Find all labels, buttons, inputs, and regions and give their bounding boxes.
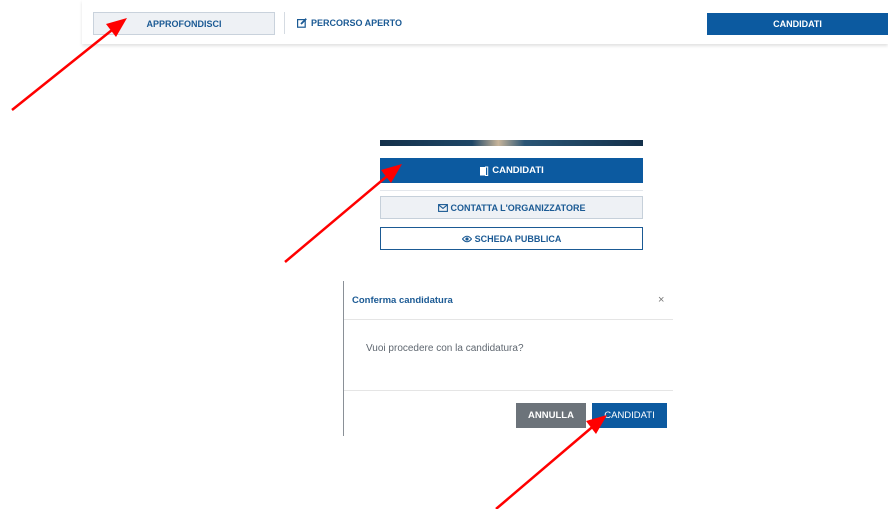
eye-icon (461, 235, 472, 243)
scheda-pubblica-button[interactable]: SCHEDA PUBBLICA (380, 227, 643, 250)
topbar-divider (284, 12, 285, 34)
modal-header-divider (344, 319, 673, 320)
contatta-organizzatore-label: CONTATTA L'ORGANIZZATORE (450, 202, 586, 213)
candidati-confirm-label: CANDIDATI (604, 410, 655, 421)
scheda-pubblica-label: SCHEDA PUBBLICA (474, 233, 562, 244)
percorso-aperto-link[interactable]: PERCORSO APERTO (297, 15, 402, 31)
candidati-top-button[interactable]: CANDIDATI (707, 13, 888, 35)
approfondisci-label: APPROFONDISCI (146, 18, 222, 29)
annulla-button[interactable]: ANNULLA (516, 403, 586, 428)
approfondisci-button[interactable]: APPROFONDISCI (93, 12, 275, 35)
contatta-organizzatore-button[interactable]: CONTATTA L'ORGANIZZATORE (380, 196, 643, 219)
modal-message: Vuoi procedere con la candidatura? (366, 343, 524, 354)
card-separator (380, 190, 643, 191)
modal-title: Conferma candidatura (352, 295, 453, 306)
candidati-top-label: CANDIDATI (773, 19, 822, 29)
candidati-card-label: CANDIDATI (492, 165, 544, 176)
percorso-aperto-label: PERCORSO APERTO (311, 18, 403, 28)
door-icon (479, 166, 489, 176)
candidati-card-button[interactable]: CANDIDATI (380, 158, 643, 183)
annulla-label: ANNULLA (528, 410, 574, 421)
candidati-confirm-button[interactable]: CANDIDATI (592, 403, 667, 428)
modal-close-icon[interactable]: × (658, 294, 664, 306)
modal-footer-divider (344, 390, 673, 391)
edit-icon (297, 18, 307, 28)
envelope-icon (437, 203, 448, 212)
course-image-strip (380, 140, 643, 146)
modal-left-border (343, 281, 344, 436)
